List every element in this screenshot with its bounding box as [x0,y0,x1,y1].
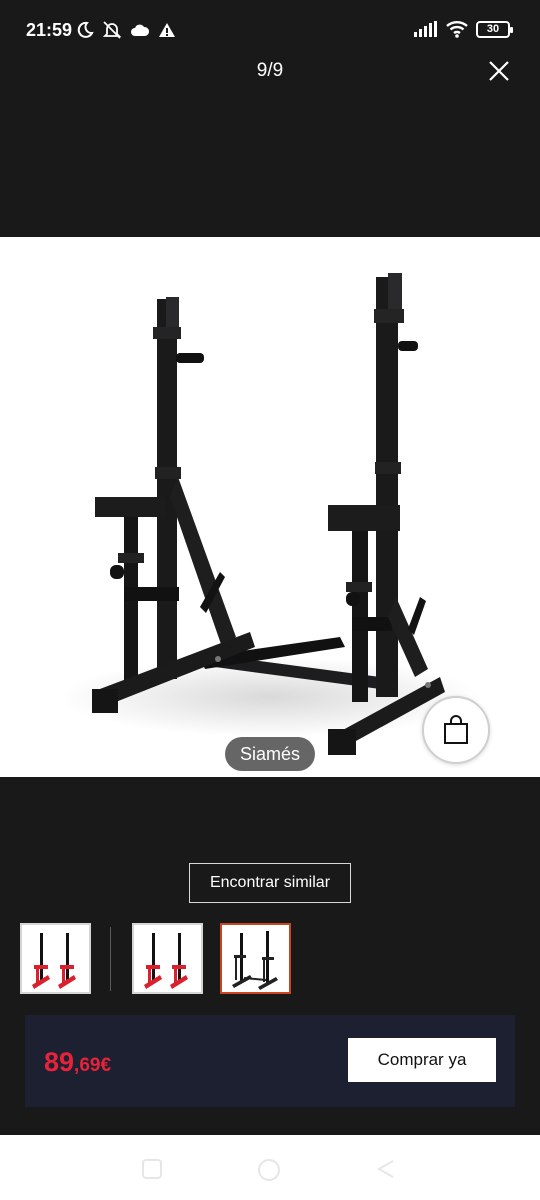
signal-icon [414,21,437,37]
purchase-panel: 89 ,69€ Comprar ya [25,1015,515,1107]
close-icon [489,61,509,81]
shopping-bag-icon [444,715,468,744]
moon-icon [77,21,94,38]
status-bar: 21:59 30 [0,0,540,60]
black-squat-rack-thumbnail [232,931,278,990]
thumbnail-2[interactable] [132,923,203,994]
recent-apps-button[interactable] [140,1157,164,1181]
thumbnail-1[interactable] [20,923,91,994]
home-button[interactable] [256,1157,280,1181]
back-icon [376,1160,394,1178]
thumbnail-divider [110,927,111,991]
variant-label[interactable]: Siamés [225,737,315,771]
battery-icon: 30 [476,20,513,38]
buy-now-button[interactable]: Comprar ya [348,1038,496,1082]
cloud-icon [131,24,150,36]
home-icon [258,1159,280,1181]
red-squat-rack-thumbnail [32,933,76,989]
price: 89 ,69€ [44,1047,111,1078]
bell-off-icon [102,21,122,39]
price-decimal: ,69€ [74,1055,112,1076]
battery-level: 30 [486,23,500,35]
red-squat-rack-thumbnail [144,933,188,989]
recent-apps-icon [142,1159,162,1179]
image-counter: 9/9 [256,60,284,81]
status-icons-left [76,20,176,40]
close-button[interactable] [486,58,512,84]
system-nav-bar [0,1135,540,1200]
add-to-cart-button[interactable] [422,696,490,764]
back-button[interactable] [374,1157,398,1181]
wifi-icon [446,21,468,38]
status-icons-right: 30 [414,20,513,38]
price-integer: 89 [44,1047,75,1077]
thumbnail-3-selected[interactable] [220,923,291,994]
status-time: 21:59 [26,20,73,40]
find-similar-button[interactable]: Encontrar similar [189,863,351,903]
warning-icon [159,23,175,37]
